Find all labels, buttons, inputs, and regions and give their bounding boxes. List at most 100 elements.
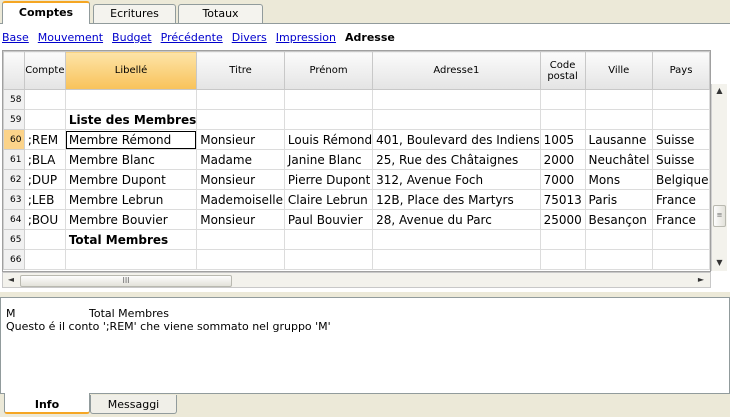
table-cell[interactable] (652, 89, 710, 110)
table-cell[interactable]: ;BLA (23, 149, 66, 170)
table-cell[interactable] (64, 249, 198, 270)
table-cell[interactable]: Liste des Membres (64, 109, 198, 130)
table-cell[interactable] (372, 109, 541, 130)
table-cell[interactable]: Janine Blanc (283, 149, 374, 170)
table-cell[interactable] (652, 229, 710, 250)
table-cell[interactable]: ;LEB (23, 189, 66, 210)
table-cell[interactable] (372, 89, 541, 110)
column-header[interactable]: Pays (652, 51, 710, 90)
table-cell[interactable]: Claire Lebrun (283, 189, 374, 210)
column-header[interactable]: Ville (584, 51, 654, 90)
row-number[interactable]: 60 (3, 129, 25, 150)
scroll-left-icon[interactable]: ◄ (6, 275, 16, 284)
table-row[interactable]: 65 Total Membres (3, 229, 710, 250)
row-number[interactable]: 59 (3, 109, 25, 130)
table-cell[interactable]: Belgique (652, 169, 710, 190)
row-number[interactable]: 61 (3, 149, 25, 170)
tab-ecritures[interactable]: Ecritures (93, 4, 176, 23)
view-precedente[interactable]: Précédente (161, 31, 223, 44)
table-cell[interactable] (539, 109, 586, 130)
table-row[interactable]: 66 (3, 249, 710, 270)
table-cell[interactable]: Paul Bouvier (283, 209, 374, 230)
table-cell[interactable]: 25000 (539, 209, 586, 230)
table-cell[interactable]: 12B, Place des Martyrs (372, 189, 541, 210)
table-cell[interactable]: Paris (584, 189, 654, 210)
table-cell[interactable]: 7000 (539, 169, 586, 190)
table-cell[interactable]: Suisse (652, 129, 710, 150)
table-row[interactable]: 61 ;BLA Membre Blanc Madame Janine Blanc… (3, 149, 710, 170)
table-cell[interactable] (539, 229, 586, 250)
table-cell[interactable] (584, 229, 654, 250)
vertical-scrollbar[interactable]: ▲ ≡ ▼ (711, 84, 727, 271)
tab-comptes[interactable]: Comptes (2, 1, 90, 24)
table-cell[interactable]: France (652, 209, 710, 230)
table-cell[interactable] (539, 89, 586, 110)
vertical-scroll-thumb[interactable]: ≡ (713, 205, 726, 227)
table-cell[interactable]: Mademoiselle (196, 189, 285, 210)
table-cell[interactable] (372, 229, 541, 250)
table-row[interactable]: 58 (3, 89, 710, 110)
view-adresse[interactable]: Adresse (345, 31, 395, 44)
table-cell[interactable] (539, 249, 586, 270)
table-cell[interactable]: ;BOU (23, 209, 66, 230)
table-cell[interactable]: Membre Bouvier (64, 209, 198, 230)
column-header[interactable]: Compte (23, 51, 66, 90)
column-header[interactable]: Prénom (283, 51, 374, 90)
table-cell[interactable] (283, 109, 374, 130)
table-cell[interactable] (23, 89, 66, 110)
column-header[interactable]: Code postal (539, 51, 586, 90)
table-cell[interactable] (23, 249, 66, 270)
column-header[interactable]: Titre (196, 51, 285, 90)
table-cell[interactable] (196, 109, 285, 130)
table-row[interactable]: 60 ;REM Membre Rémond Monsieur Louis Rém… (3, 129, 710, 150)
table-cell[interactable] (196, 249, 285, 270)
table-cell[interactable] (283, 249, 374, 270)
table-cell[interactable]: Membre Blanc (64, 149, 198, 170)
table-cell[interactable] (283, 89, 374, 110)
scroll-up-icon[interactable]: ▲ (712, 86, 727, 95)
row-number[interactable]: 62 (3, 169, 25, 190)
table-cell[interactable]: ;DUP (23, 169, 66, 190)
view-mouvement[interactable]: Mouvement (38, 31, 103, 44)
row-number[interactable]: 65 (3, 229, 25, 250)
scroll-down-icon[interactable]: ▼ (712, 258, 727, 267)
table-cell[interactable]: Membre Lebrun (64, 189, 198, 210)
table-cell[interactable]: 75013 (539, 189, 586, 210)
table-cell[interactable] (652, 109, 710, 130)
table-cell[interactable]: Madame (196, 149, 285, 170)
selected-cell[interactable]: Membre Rémond (64, 129, 198, 150)
table-cell[interactable] (652, 249, 710, 270)
table-cell[interactable] (196, 229, 285, 250)
view-divers[interactable]: Divers (232, 31, 267, 44)
view-base[interactable]: Base (2, 31, 29, 44)
table-cell[interactable]: Total Membres (64, 229, 198, 250)
table-cell[interactable] (23, 229, 66, 250)
column-header[interactable]: Libellé (64, 51, 198, 90)
table-cell[interactable] (196, 89, 285, 110)
table-cell[interactable]: Pierre Dupont (283, 169, 374, 190)
row-number[interactable]: 63 (3, 189, 25, 210)
row-number[interactable]: 64 (3, 209, 25, 230)
table-cell[interactable]: France (652, 189, 710, 210)
table-cell[interactable]: Besançon (584, 209, 654, 230)
view-budget[interactable]: Budget (112, 31, 152, 44)
table-cell[interactable] (584, 89, 654, 110)
tab-info[interactable]: Info (4, 393, 90, 414)
table-cell[interactable]: Monsieur (196, 209, 285, 230)
table-cell[interactable]: 25, Rue des Châtaignes (372, 149, 541, 170)
table-row[interactable]: 62 ;DUP Membre Dupont Monsieur Pierre Du… (3, 169, 710, 190)
table-cell[interactable] (584, 249, 654, 270)
table-cell[interactable]: 312, Avenue Foch (372, 169, 541, 190)
horizontal-scrollbar[interactable]: ◄ III ► (2, 272, 711, 288)
table-cell[interactable]: 2000 (539, 149, 586, 170)
column-header[interactable]: Adresse1 (372, 51, 541, 90)
table-cell[interactable] (23, 109, 66, 130)
table-cell[interactable]: Membre Dupont (64, 169, 198, 190)
table-cell[interactable]: Monsieur (196, 169, 285, 190)
tab-totaux[interactable]: Totaux (178, 4, 263, 23)
scroll-right-icon[interactable]: ► (696, 275, 706, 284)
table-row[interactable]: 63 ;LEB Membre Lebrun Mademoiselle Clair… (3, 189, 710, 210)
table-cell[interactable]: 1005 (539, 129, 586, 150)
table-cell[interactable]: ;REM (23, 129, 66, 150)
table-row[interactable]: 59 Liste des Membres (3, 109, 710, 130)
